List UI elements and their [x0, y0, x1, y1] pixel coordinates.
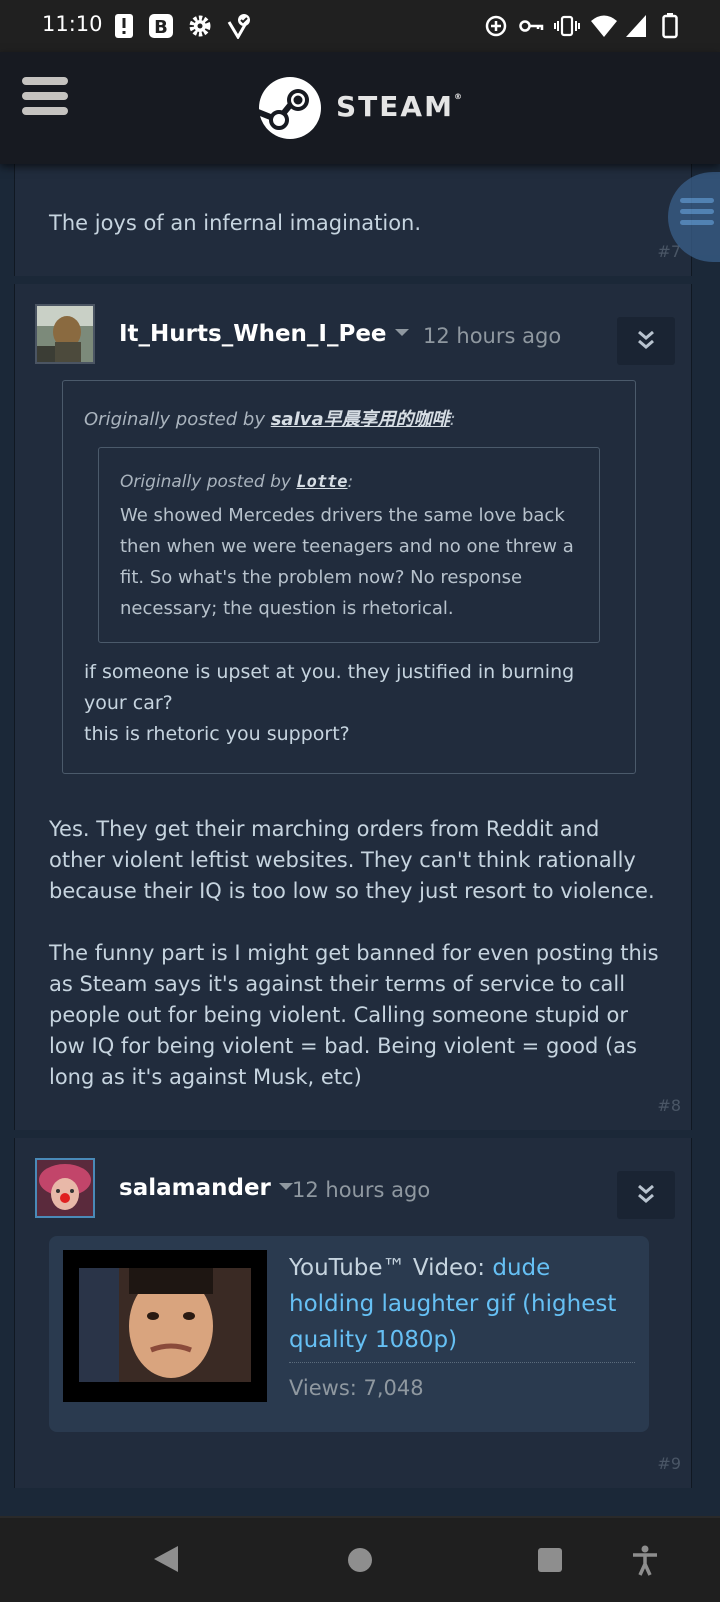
youtube-embed[interactable]: YouTube™ Video: dude holding laughter gi… [49, 1236, 649, 1432]
b-app-notification-icon: B [149, 14, 173, 38]
nested-quote-prefix: Originally posted by [120, 472, 291, 492]
menu-icon[interactable] [22, 77, 68, 117]
brand-text: STEAM [336, 90, 454, 123]
author-name[interactable]: It_Hurts_When_I_Pee [119, 321, 409, 347]
nested-quote-box: Originally posted by Lotte: We showed Me… [98, 447, 600, 643]
post-8: It_Hurts_When_I_Pee 12 hours ago Origina… [14, 284, 692, 1130]
post-body: The joys of an infernal imagination. [49, 211, 422, 235]
android-navigation-bar [0, 1516, 720, 1602]
home-icon[interactable] [346, 1546, 374, 1574]
author-dropdown-icon[interactable] [278, 1183, 293, 1190]
quote-box: Originally posted by salva早晨享用的咖啡: Origi… [62, 380, 636, 774]
steam-logo-icon[interactable] [258, 76, 322, 140]
steam-header: STEAM® [0, 52, 720, 164]
quote-prefix: Originally posted by [84, 409, 265, 430]
avatar[interactable] [35, 1158, 95, 1218]
nested-quote-text: We showed Mercedes drivers the same love… [120, 505, 574, 619]
forum-thread: The joys of an infernal imagination. #7 … [0, 164, 720, 1516]
accessibility-icon[interactable] [630, 1544, 660, 1576]
video-views: Views: 7,048 [289, 1376, 424, 1400]
status-bar: 11:10 B [0, 0, 720, 52]
post-menu-button[interactable] [617, 317, 675, 365]
post-menu-chevron-icon [638, 330, 654, 349]
avatar[interactable] [35, 304, 95, 364]
video-source-label: YouTube™ Video: [289, 1255, 486, 1281]
trademark-mark: ® [453, 92, 462, 101]
post-number[interactable]: #9 [657, 1454, 681, 1473]
alert-notification-icon [115, 14, 133, 38]
settings-notification-icon [189, 15, 211, 37]
data-saver-icon [485, 15, 507, 37]
vpn-key-icon [519, 20, 544, 32]
author-dropdown-icon[interactable] [394, 329, 409, 336]
steam-wordmark[interactable]: STEAM® [336, 90, 462, 123]
video-title: YouTube™ Video: dude holding laughter gi… [289, 1250, 639, 1358]
post-time: 12 hours ago [423, 324, 562, 348]
post-9: salamander 12 hours ago YouTube™ Video: … [14, 1138, 692, 1488]
post-number[interactable]: #8 [657, 1096, 681, 1115]
battery-icon [662, 13, 678, 39]
recents-icon[interactable] [536, 1546, 564, 1574]
nested-quote-attribution: Originally posted by Lotte: [120, 472, 354, 492]
author-label: salamander [119, 1175, 271, 1201]
post-paragraph-1: Yes. They get their marching orders from… [49, 817, 655, 903]
post-menu-button[interactable] [617, 1171, 675, 1219]
nested-quote-author-link[interactable]: Lotte [296, 472, 347, 492]
back-icon[interactable] [152, 1544, 180, 1574]
quote-text-line1: if someone is upset at you. they justifi… [84, 661, 575, 714]
video-thumbnail[interactable] [63, 1250, 267, 1402]
quote-text-line2: this is rhetoric you support? [84, 723, 350, 745]
clock: 11:10 [42, 12, 103, 36]
post-7: The joys of an infernal imagination. #7 [14, 164, 692, 276]
svg-text:B: B [154, 17, 168, 38]
check-notification-icon [227, 14, 250, 39]
author-label: It_Hurts_When_I_Pee [119, 321, 387, 347]
divider [289, 1362, 635, 1363]
quote-attribution: Originally posted by salva早晨享用的咖啡: [84, 409, 456, 430]
author-name[interactable]: salamander [119, 1175, 293, 1201]
post-paragraph-2: The funny part is I might get banned for… [49, 941, 659, 1089]
signal-icon [626, 15, 646, 37]
post-menu-chevron-icon [638, 1184, 654, 1203]
post-time: 12 hours ago [292, 1178, 431, 1202]
vibrate-icon [554, 15, 580, 37]
quote-author-link[interactable]: salva早晨享用的咖啡 [271, 409, 450, 430]
wifi-icon [591, 15, 617, 37]
